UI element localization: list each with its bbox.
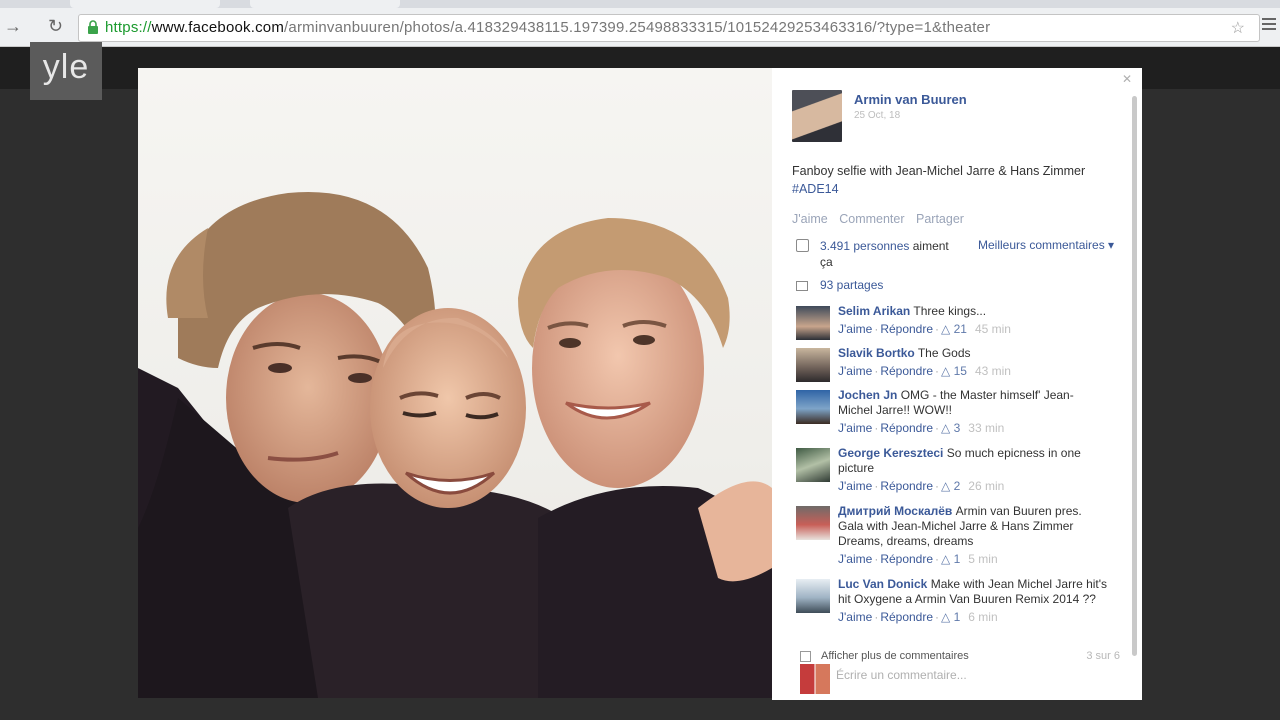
comment-like-count[interactable]: △ 1 — [941, 552, 960, 566]
address-bar[interactable]: https://www.facebook.com/arminvanbuuren/… — [78, 14, 1260, 42]
comment-like-count[interactable]: △ 3 — [941, 421, 960, 435]
close-icon[interactable]: ✕ — [1122, 72, 1132, 86]
comment-like-link[interactable]: J'aime — [838, 421, 872, 435]
comment-like-count[interactable]: △ 21 — [941, 322, 967, 336]
comment-meta: J'aime · Répondre · △ 15 min — [838, 552, 998, 566]
comment-time[interactable]: 26 min — [968, 479, 1004, 493]
comment-button[interactable]: Commenter — [839, 212, 904, 226]
commenter-name[interactable]: Дмитрий Москалёв — [838, 504, 952, 518]
comment-like-count[interactable]: △ 1 — [941, 610, 960, 624]
commenter-name[interactable]: Luc Van Donick — [838, 577, 927, 591]
post-text: Fanboy selfie with Jean-Michel Jarre & H… — [792, 162, 1122, 198]
commenter-avatar[interactable] — [796, 306, 830, 340]
browser-tab[interactable] — [70, 0, 220, 8]
commenter-avatar[interactable] — [796, 506, 830, 540]
scrollbar[interactable] — [1132, 96, 1137, 656]
comment-meta: J'aime · Répondre · △ 3 33 min — [838, 421, 1005, 435]
post-hashtag[interactable]: #ADE14 — [792, 180, 1122, 198]
comment-time[interactable]: 5 min — [968, 552, 997, 566]
comment-time[interactable]: 6 min — [968, 610, 997, 624]
comment-body: Selim Arikan Three kings... J'aime · Répon… — [838, 304, 1108, 337]
likes-row — [796, 238, 817, 253]
comment-time[interactable]: 45 min — [975, 322, 1011, 336]
photo-sidebar: ✕ Armin van Buuren 25 Oct, 18 Fanboy sel… — [772, 68, 1142, 700]
comment-time[interactable]: 43 min — [975, 364, 1011, 378]
yle-logo: yle — [30, 42, 102, 100]
author-avatar[interactable] — [792, 90, 842, 142]
commenter-name[interactable]: Slavik Bortko — [838, 346, 915, 360]
forward-icon[interactable]: → — [4, 16, 22, 36]
comment-body: Slavik Bortko The Gods J'aime · Répondre · △… — [838, 346, 1108, 379]
commenter-name[interactable]: George Kereszteci — [838, 446, 943, 460]
commenter-avatar[interactable] — [796, 448, 830, 482]
commenter-avatar[interactable] — [796, 390, 830, 424]
comment-body: Jochen Jn OMG - the Master himself' Jean… — [838, 388, 1108, 436]
share-icon — [796, 280, 808, 291]
comment-like-link[interactable]: J'aime — [838, 552, 872, 566]
comment-body: Дмитрий Москалёв Armin van Buuren pres. … — [838, 504, 1108, 567]
comment-body: George Kereszteci So much epicness in on… — [838, 446, 1108, 494]
comment-like-link[interactable]: J'aime — [838, 479, 872, 493]
comment-body: Luc Van Donick Make with Jean Michel Jar… — [838, 577, 1108, 625]
comment-reply-link[interactable]: Répondre — [880, 322, 933, 336]
more-comments-label[interactable]: Afficher plus de commentaires — [821, 650, 969, 662]
post-date[interactable]: 25 Oct, 18 — [854, 110, 900, 121]
theater-photo[interactable] — [138, 68, 772, 698]
comment-like-count[interactable]: △ 15 — [941, 364, 967, 378]
best-comments-dropdown[interactable]: Meilleurs commentaires ▾ — [978, 238, 1114, 252]
commenter-name[interactable]: Selim Arikan — [838, 304, 910, 318]
comment-like-link[interactable]: J'aime — [838, 610, 872, 624]
post-actions: J'aime Commenter Partager — [792, 212, 972, 226]
commenter-name[interactable]: Jochen Jn — [838, 388, 897, 402]
viewer-avatar — [800, 664, 830, 694]
tab-strip — [0, 0, 1280, 8]
thumb-icon — [796, 239, 809, 253]
comment-text: Three kings... — [913, 304, 987, 318]
share-button[interactable]: Partager — [916, 212, 964, 226]
shares-count[interactable]: 93 partages — [820, 278, 883, 292]
comment-reply-link[interactable]: Répondre — [880, 552, 933, 566]
comment-icon — [800, 650, 811, 662]
comment-reply-link[interactable]: Répondre — [880, 421, 933, 435]
comment-like-link[interactable]: J'aime — [838, 322, 872, 336]
comment-like-count[interactable]: △ 2 — [941, 479, 960, 493]
comment-time[interactable]: 33 min — [968, 421, 1004, 435]
url-host: www.facebook.com — [151, 19, 285, 36]
comment-reply-link[interactable]: Répondre — [880, 479, 933, 493]
menu-icon[interactable] — [1262, 18, 1276, 33]
likes-count[interactable]: 3.491 personnes — [820, 239, 909, 253]
shares-row[interactable]: 93 partages — [796, 278, 883, 292]
commenter-avatar[interactable] — [796, 579, 830, 613]
like-button[interactable]: J'aime — [792, 212, 828, 226]
comment-reply-link[interactable]: Répondre — [880, 364, 933, 378]
likes-summary: 3.491 personnes aiment ça — [820, 238, 960, 270]
browser-tab-active[interactable] — [250, 0, 400, 8]
reload-icon[interactable]: ↻ — [48, 16, 63, 36]
comment-meta: J'aime · Répondre · △ 15 43 min — [838, 364, 1011, 378]
comments-count: 3 sur 6 — [1086, 650, 1120, 662]
comment-like-link[interactable]: J'aime — [838, 364, 872, 378]
commenter-avatar[interactable] — [796, 348, 830, 382]
comment-input[interactable]: Écrire un commentaire... — [836, 668, 967, 682]
more-comments-link[interactable]: Afficher plus de commentaires — [800, 650, 969, 662]
url-text: https://www.facebook.com/arminvanbuuren/… — [105, 19, 990, 36]
post-caption: Fanboy selfie with Jean-Michel Jarre & H… — [792, 164, 1086, 178]
lock-icon — [88, 20, 98, 34]
comment-meta: J'aime · Répondre · △ 2 26 min — [838, 479, 1005, 493]
comment-meta: J'aime · Répondre · △ 16 min — [838, 610, 998, 624]
author-name[interactable]: Armin van Buuren — [854, 92, 967, 107]
url-scheme: https:// — [105, 19, 152, 36]
star-icon[interactable]: ☆ — [1231, 18, 1245, 38]
browser-toolbar: → ↻ https://www.facebook.com/arminvanbuu… — [0, 0, 1280, 47]
comment-reply-link[interactable]: Répondre — [880, 610, 933, 624]
comment-meta: J'aime · Répondre · △ 21 45 min — [838, 322, 1011, 336]
comment-text: The Gods — [917, 346, 971, 360]
selfie-image — [138, 191, 772, 698]
url-path: /arminvanbuuren/photos/a.418329438115.19… — [284, 19, 991, 36]
